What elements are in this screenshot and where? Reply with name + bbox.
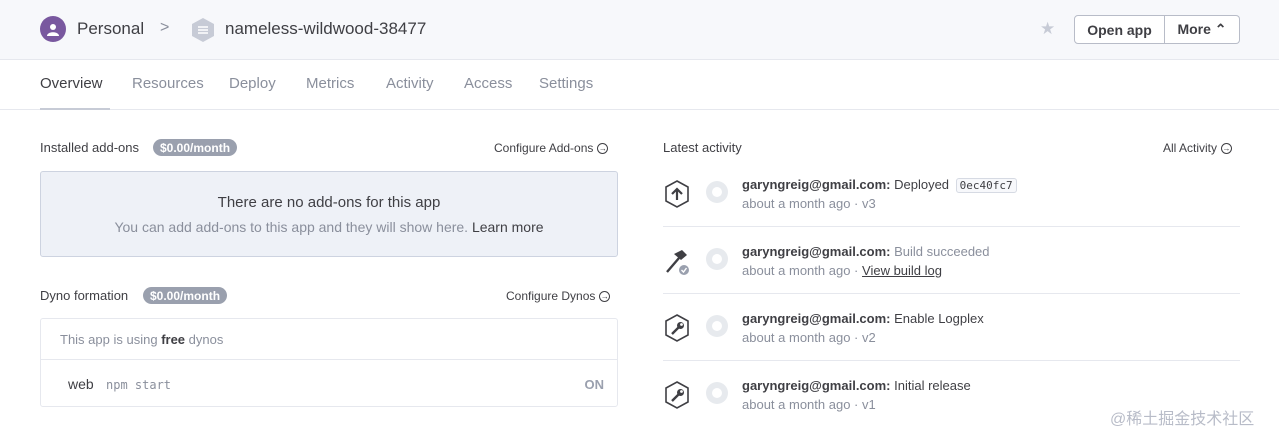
activity-separator: ·	[854, 263, 859, 278]
addons-title: Installed add-ons	[40, 140, 140, 155]
addons-price-badge: $0.00/month	[153, 139, 238, 156]
app-hexagon-icon	[190, 17, 216, 48]
deploy-icon	[663, 179, 691, 209]
addons-empty-state: There are no add-ons for this app You ca…	[40, 171, 618, 257]
activity-meta: about a month ago · v2	[742, 330, 876, 345]
dyno-title: Dyno formation	[40, 288, 129, 303]
app-tabs: Overview Resources Deploy Metrics Activi…	[0, 60, 1279, 110]
configure-addons-label: Configure Add-ons	[494, 141, 594, 155]
dyno-command: npm start	[106, 378, 172, 392]
user-avatar	[706, 315, 728, 337]
divider	[663, 226, 1240, 227]
activity-summary: garyngreig@gmail.com: Enable Logplex	[742, 311, 984, 326]
activity-version: · v3	[854, 196, 876, 211]
all-activity-link[interactable]: All Activity →	[1163, 141, 1233, 155]
arrow-right-icon: →	[599, 290, 611, 302]
free-dynos-prefix: This app is using	[60, 332, 158, 347]
divider	[663, 293, 1240, 294]
app-name[interactable]: nameless-wildwood-38477	[225, 19, 426, 39]
dyno-price-badge: $0.00/month	[143, 287, 228, 304]
configure-addons-link[interactable]: Configure Add-ons →	[494, 141, 609, 155]
commit-hash[interactable]: 0ec40fc7	[955, 178, 1017, 193]
user-avatar	[706, 382, 728, 404]
tab-deploy[interactable]: Deploy	[229, 75, 276, 92]
activity-action: Deployed	[894, 177, 950, 192]
addons-empty-subtitle: You can add add-ons to this app and they…	[41, 219, 617, 235]
tab-resources[interactable]: Resources	[132, 75, 204, 92]
breadcrumb-separator: >	[160, 19, 170, 36]
configure-dynos-link[interactable]: Configure Dynos →	[506, 289, 611, 303]
watermark: @稀土掘金技术社区	[1110, 411, 1255, 428]
tab-metrics[interactable]: Metrics	[306, 75, 354, 92]
personal-avatar-icon	[40, 16, 66, 42]
breadcrumb-personal-label: Personal	[77, 19, 145, 38]
user-avatar	[706, 181, 728, 203]
arrow-right-icon: →	[1221, 142, 1233, 154]
activity-item: garyngreig@gmail.com: Deployed 0ec40fc7 …	[663, 172, 1240, 239]
activity-action: Enable Logplex	[894, 311, 984, 326]
addons-empty-title: There are no add-ons for this app	[217, 194, 441, 211]
activity-action: Initial release	[894, 378, 971, 393]
activity-user: garyngreig@gmail.com:	[742, 177, 891, 192]
activity-item: garyngreig@gmail.com: Enable Logplex abo…	[663, 306, 1240, 373]
activity-user: garyngreig@gmail.com:	[742, 378, 891, 393]
activity-action: Build succeeded	[894, 244, 990, 259]
wrench-icon	[663, 380, 691, 410]
activity-time: about a month ago	[742, 196, 851, 211]
arrow-right-icon: →	[597, 142, 609, 154]
addons-empty-text: You can add add-ons to this app and they…	[114, 219, 469, 235]
all-activity-label: All Activity	[1163, 141, 1218, 155]
dyno-state-toggle[interactable]: ON	[585, 377, 605, 392]
activity-title: Latest activity	[663, 140, 742, 155]
activity-meta: about a month ago · v3	[742, 196, 876, 211]
activity-time: about a month ago	[742, 397, 851, 412]
activity-time: about a month ago	[742, 263, 851, 278]
activity-item: garyngreig@gmail.com: Build succeeded ab…	[663, 239, 1240, 306]
activity-summary: garyngreig@gmail.com: Build succeeded	[742, 244, 990, 259]
divider	[663, 360, 1240, 361]
activity-version: · v1	[854, 397, 876, 412]
tab-settings[interactable]: Settings	[539, 75, 593, 92]
activity-summary: garyngreig@gmail.com: Deployed 0ec40fc7	[742, 177, 1017, 193]
activity-user: garyngreig@gmail.com:	[742, 244, 891, 259]
dyno-panel: This app is using free dynos web npm sta…	[40, 318, 618, 407]
wrench-icon	[663, 313, 691, 343]
activity-meta: about a month ago · v1	[742, 397, 876, 412]
activity-user: garyngreig@gmail.com:	[742, 311, 891, 326]
tab-activity[interactable]: Activity	[386, 75, 434, 92]
free-dynos-note: This app is using free dynos	[60, 332, 223, 347]
activity-version: · v2	[854, 330, 876, 345]
breadcrumb-personal[interactable]: Personal	[40, 16, 144, 42]
dyno-type: web	[68, 376, 94, 392]
free-dynos-suffix: dynos	[188, 332, 224, 347]
user-avatar	[706, 248, 728, 270]
divider	[41, 359, 617, 360]
tab-access[interactable]: Access	[464, 75, 512, 92]
activity-meta: about a month ago · View build log	[742, 263, 942, 278]
view-build-log-link[interactable]: View build log	[862, 263, 942, 278]
open-app-button[interactable]: Open app	[1074, 15, 1165, 44]
more-button[interactable]: More ⌃	[1165, 15, 1240, 44]
tab-overview[interactable]: Overview	[40, 75, 103, 92]
build-icon	[663, 246, 691, 276]
top-bar: Personal > nameless-wildwood-38477 ★ Ope…	[0, 0, 1279, 60]
free-dynos-word: free	[161, 332, 186, 347]
activity-summary: garyngreig@gmail.com: Initial release	[742, 378, 971, 393]
configure-dynos-label: Configure Dynos	[506, 289, 596, 303]
star-icon[interactable]: ★	[1040, 19, 1055, 39]
activity-time: about a month ago	[742, 330, 851, 345]
learn-more-link[interactable]: Learn more	[472, 219, 544, 235]
active-tab-indicator	[40, 108, 110, 110]
